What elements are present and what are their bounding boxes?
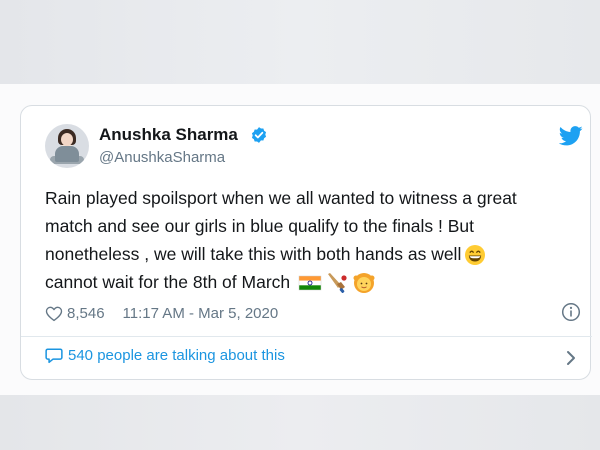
like-count[interactable]: 8,546: [67, 305, 105, 322]
tweet-text-line-4: cannot wait for the 8th of March: [45, 268, 575, 296]
avatar[interactable]: [45, 124, 89, 168]
tweet-text-line: Rain played spoilsport when we all wante…: [45, 188, 517, 208]
author-handle[interactable]: @AnushkaSharma: [99, 149, 225, 166]
tweet-card[interactable]: Anushka Sharma @AnushkaSharma Rain playe…: [20, 105, 592, 380]
girl-emoji-icon: [353, 273, 375, 294]
grinning-face-emoji-icon: [465, 245, 486, 266]
tweet-text: Rain played spoilsport when we all wante…: [45, 184, 575, 296]
twitter-bird-icon[interactable]: [559, 126, 583, 146]
divider: [21, 336, 592, 337]
avatar-figure-shirt: [55, 146, 79, 162]
info-icon[interactable]: [561, 302, 581, 322]
tweet-timestamp[interactable]: 11:17 AM - Mar 5, 2020: [123, 305, 279, 322]
avatar-figure-face: [61, 133, 73, 146]
background-bottom: [0, 395, 600, 450]
tweet-text-line: match and see our girls in blue qualify …: [45, 216, 474, 236]
conversation-link[interactable]: 540 people are talking about this: [45, 347, 285, 364]
speech-bubble-icon: [45, 348, 63, 364]
chevron-right-icon[interactable]: [565, 350, 577, 366]
talking-count-text[interactable]: 540 people are talking about this: [68, 347, 285, 364]
heart-icon[interactable]: [45, 305, 63, 322]
verified-badge-icon: [251, 127, 267, 143]
background-top: [0, 0, 600, 84]
tweet-text-line-content: nonetheless , we will take this with bot…: [45, 244, 462, 264]
tweet-meta: 8,546 11:17 AM - Mar 5, 2020: [45, 303, 278, 323]
india-flag-emoji-icon: [298, 276, 322, 291]
author-name[interactable]: Anushka Sharma: [99, 125, 238, 145]
tweet-text-line-3: nonetheless , we will take this with bot…: [45, 240, 575, 268]
cricket-bat-emoji-icon: [328, 273, 347, 294]
tweet-text-line-content: cannot wait for the 8th of March: [45, 272, 291, 292]
